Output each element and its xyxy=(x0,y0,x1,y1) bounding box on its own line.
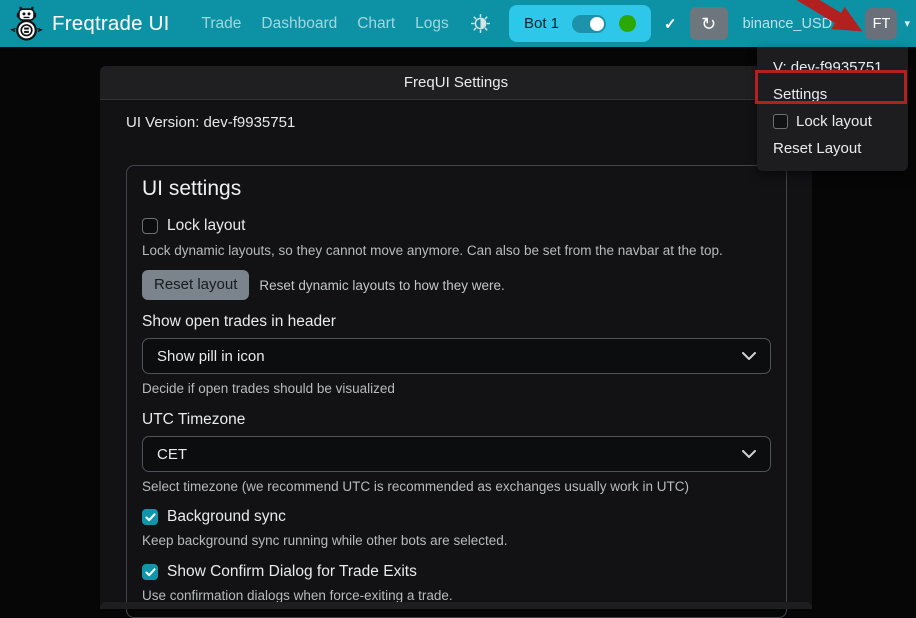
lock-layout-label: Lock layout xyxy=(167,217,245,235)
user-dropdown-menu: V: dev-f9935751 Settings Lock layout Res… xyxy=(757,47,908,171)
open-trades-select[interactable]: Show pill in icon xyxy=(142,338,771,374)
bot-online-dot xyxy=(619,15,636,32)
reset-layout-button[interactable]: Reset layout xyxy=(142,270,249,300)
settings-panel-header: FreqUI Settings xyxy=(100,66,812,100)
theme-toggle-icon[interactable] xyxy=(471,14,490,33)
next-section-strip xyxy=(100,602,812,609)
lock-layout-menu-checkbox[interactable] xyxy=(773,114,788,129)
avatar: FT xyxy=(865,8,897,40)
timezone-select[interactable]: CET xyxy=(142,436,771,472)
lock-layout-checkbox-row[interactable]: Lock layout xyxy=(142,217,771,235)
navbar: Freqtrade UI Trade Dashboard Chart Logs … xyxy=(0,0,916,47)
nav-link-dashboard[interactable]: Dashboard xyxy=(251,15,347,33)
timezone-selected-value: CET xyxy=(157,446,187,463)
background-sync-label: Background sync xyxy=(167,508,286,526)
open-trades-description: Decide if open trades should be visualiz… xyxy=(142,380,771,398)
navbar-right-cluster: Bot 1 ✓ ↻ binance_USDT ▾ FT ▾ xyxy=(509,5,910,42)
card-title: UI settings xyxy=(142,175,771,203)
nav-link-trade[interactable]: Trade xyxy=(191,15,251,33)
refresh-button[interactable]: ↻ xyxy=(690,7,728,40)
brand[interactable]: Freqtrade UI xyxy=(8,5,169,42)
nav-link-logs[interactable]: Logs xyxy=(405,15,459,33)
open-trades-label: Show open trades in header xyxy=(142,312,771,331)
reset-layout-description: Reset dynamic layouts to how they were. xyxy=(259,278,504,293)
nav-link-chart[interactable]: Chart xyxy=(347,15,405,33)
confirm-dialog-label: Show Confirm Dialog for Trade Exits xyxy=(167,563,417,581)
settings-panel: FreqUI Settings UI Version: dev-f9935751… xyxy=(100,66,812,609)
confirm-dialog-checkbox-row[interactable]: Show Confirm Dialog for Trade Exits xyxy=(142,563,771,581)
nav-links: Trade Dashboard Chart Logs xyxy=(191,15,458,33)
version-label: V: dev-f9935751 xyxy=(773,59,883,76)
timezone-description: Select timezone (we recommend UTC is rec… xyxy=(142,478,771,496)
lock-layout-checkbox[interactable] xyxy=(142,218,158,234)
chevron-down-icon: ▾ xyxy=(904,17,910,30)
bot-selector-pill[interactable]: Bot 1 xyxy=(509,5,651,42)
menu-item-reset-layout[interactable]: Reset Layout xyxy=(757,135,908,162)
lock-layout-menu-label: Lock layout xyxy=(796,113,872,130)
brand-title: Freqtrade UI xyxy=(52,12,169,36)
reset-layout-row: Reset layout Reset dynamic layouts to ho… xyxy=(142,270,771,300)
settings-label: Settings xyxy=(773,86,827,103)
background-sync-checkbox-row[interactable]: Background sync xyxy=(142,508,771,526)
ui-version-text: UI Version: dev-f9935751 xyxy=(126,114,787,132)
page-title: FreqUI Settings xyxy=(404,74,508,91)
background-sync-checkbox[interactable] xyxy=(142,509,158,525)
lock-layout-description: Lock dynamic layouts, so they cannot mov… xyxy=(142,242,771,260)
confirm-dialog-checkbox[interactable] xyxy=(142,564,158,580)
freqtrade-robot-logo-icon xyxy=(8,5,45,42)
bot-toggle-knob xyxy=(590,17,604,31)
menu-item-lock-layout[interactable]: Lock layout xyxy=(757,108,908,135)
chevron-down-icon: ▾ xyxy=(845,17,851,30)
background-sync-description: Keep background sync running while other… xyxy=(142,532,771,550)
bot-name-label: Bot 1 xyxy=(524,15,559,32)
bot-toggle[interactable] xyxy=(572,15,606,33)
ui-settings-card: UI settings Lock layout Lock dynamic lay… xyxy=(126,165,787,618)
user-menu-button[interactable]: FT ▾ xyxy=(865,8,910,40)
reset-layout-menu-label: Reset Layout xyxy=(773,140,861,157)
exchange-dropdown[interactable]: binance_USDT ▾ xyxy=(743,16,851,32)
exchange-label: binance_USDT xyxy=(743,16,841,32)
open-trades-selected-value: Show pill in icon xyxy=(157,348,265,365)
timezone-label: UTC Timezone xyxy=(142,410,771,429)
refresh-icon: ↻ xyxy=(701,15,716,33)
menu-item-version: V: dev-f9935751 xyxy=(757,54,908,81)
chevron-down-icon xyxy=(742,450,756,458)
menu-item-settings[interactable]: Settings xyxy=(757,81,908,108)
check-icon[interactable]: ✓ xyxy=(662,15,679,33)
settings-panel-body: UI Version: dev-f9935751 UI settings Loc… xyxy=(100,100,812,618)
chevron-down-icon xyxy=(742,352,756,360)
